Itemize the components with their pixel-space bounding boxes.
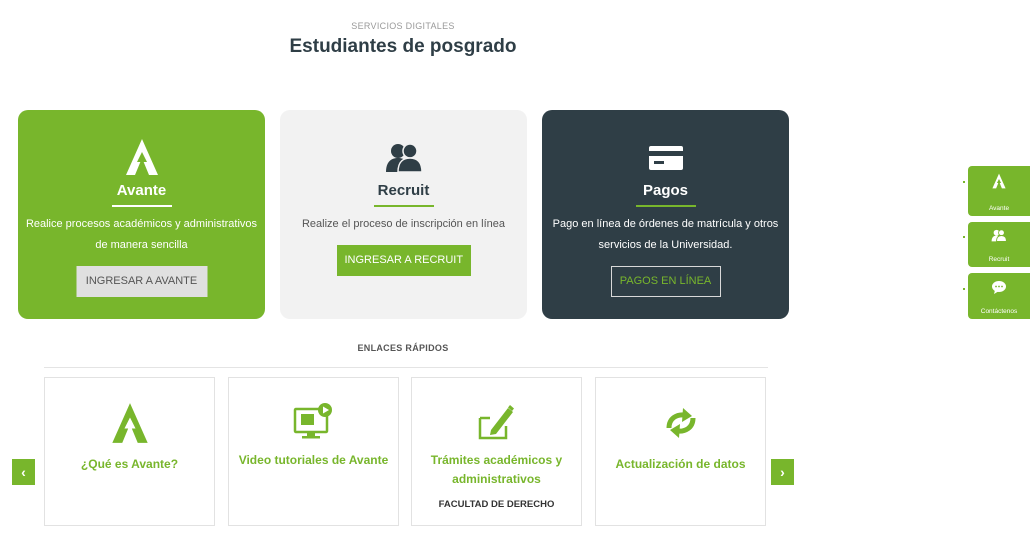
- side-recruit-button[interactable]: Recruit: [968, 222, 1030, 267]
- side-button-marker: [963, 236, 965, 238]
- avante-logo-icon: [968, 173, 1030, 189]
- section-eyebrow: SERVICIOS DIGITALES: [351, 21, 455, 31]
- chat-bubble-icon: [968, 280, 1030, 295]
- title-underline: [373, 205, 434, 207]
- avante-logo-icon: [45, 402, 214, 444]
- side-button-label: Contáctenos: [980, 308, 1018, 315]
- avante-card-description: Realice procesos académicos y administra…: [25, 218, 258, 251]
- video-screen-icon: [229, 402, 398, 444]
- quick-link-label: Actualización de datos: [615, 457, 746, 471]
- recruit-card-title: Recruit: [377, 182, 430, 199]
- people-icon: [968, 229, 1030, 243]
- recruit-card: Recruit Realize el proceso de inscripció…: [280, 110, 527, 319]
- quick-link-tramites[interactable]: Trámites académicos y administrativos FA…: [411, 377, 582, 526]
- page-title: Estudiantes de posgrado: [289, 36, 517, 57]
- carousel-prev-button[interactable]: ‹: [12, 459, 35, 485]
- avante-logo-icon: [18, 138, 265, 176]
- ingresar-recruit-button[interactable]: INGRESAR A RECRUIT: [336, 245, 471, 276]
- ingresar-avante-button[interactable]: INGRESAR A AVANTE: [76, 266, 207, 297]
- pagos-card-description: Pago en línea de órdenes de matrícula y …: [552, 218, 779, 251]
- people-icon: [280, 138, 527, 176]
- edit-document-icon: [412, 402, 581, 444]
- credit-card-icon: [542, 138, 789, 176]
- refresh-arrows-icon: [596, 402, 765, 444]
- quick-link-que-es-avante[interactable]: ¿Qué es Avante?: [44, 377, 215, 526]
- avante-card-title: Avante: [116, 182, 167, 199]
- title-underline: [635, 205, 696, 207]
- quick-link-label: Trámites académicos y administrativos: [430, 453, 563, 486]
- pagos-en-linea-button[interactable]: PAGOS EN LÍNEA: [610, 266, 721, 297]
- side-button-marker: [963, 181, 965, 183]
- side-button-label: Recruit: [988, 256, 1010, 263]
- quick-link-sublabel: FACULTAD DE DERECHO: [438, 499, 555, 510]
- quick-link-label: ¿Qué es Avante?: [80, 457, 179, 471]
- pagos-card-title: Pagos: [642, 182, 688, 199]
- quick-link-label: Video tutoriales de Avante: [238, 453, 389, 467]
- side-button-marker: [963, 288, 965, 290]
- carousel-next-button[interactable]: ›: [771, 459, 794, 485]
- title-underline: [111, 205, 172, 207]
- side-avante-button[interactable]: Avante: [968, 166, 1030, 216]
- quick-links-heading: ENLACES RÁPIDOS: [357, 343, 449, 353]
- pagos-card: Pagos Pago en línea de órdenes de matríc…: [542, 110, 789, 319]
- quick-link-video-tutoriales[interactable]: Video tutoriales de Avante: [228, 377, 399, 526]
- quick-link-actualizacion-datos[interactable]: Actualización de datos: [595, 377, 766, 526]
- divider: [44, 367, 768, 368]
- side-contact-button[interactable]: Contáctenos: [968, 273, 1030, 319]
- avante-card: Avante Realice procesos académicos y adm…: [18, 110, 265, 319]
- side-button-label: Avante: [988, 205, 1010, 212]
- recruit-card-description: Realize el proceso de inscripción en lín…: [301, 218, 505, 230]
